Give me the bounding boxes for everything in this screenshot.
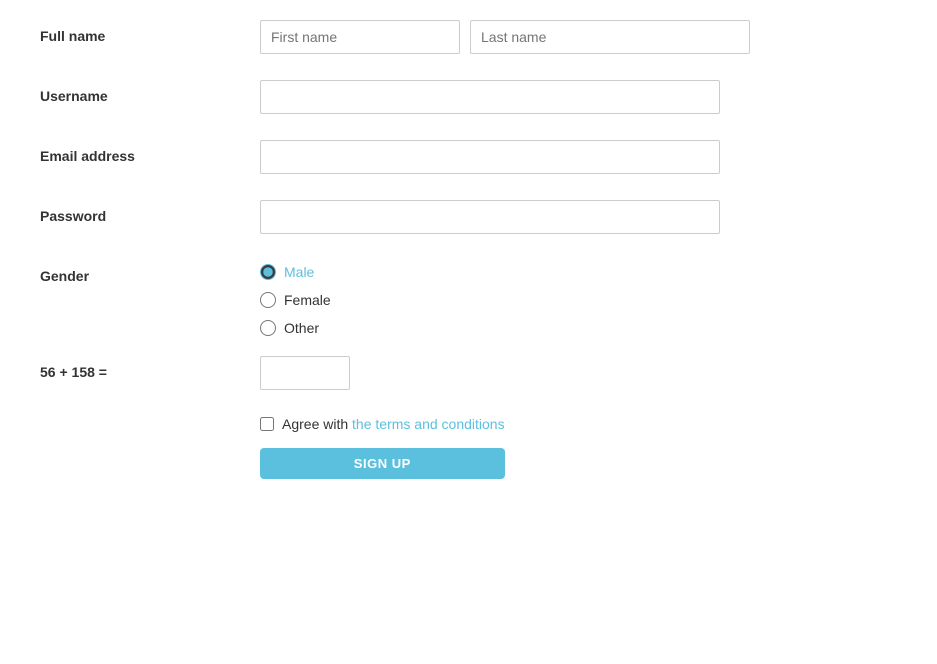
gender-male-radio[interactable] — [260, 264, 276, 280]
registration-form: Full name Username Email address Passwor… — [0, 0, 937, 519]
email-controls — [260, 140, 897, 174]
gender-row: Gender Male Female Other — [40, 260, 897, 336]
password-input[interactable] — [260, 200, 720, 234]
terms-controls: Agree with the terms and conditions SIGN… — [260, 416, 505, 479]
terms-checkbox-row: Agree with the terms and conditions — [260, 416, 505, 432]
gender-label: Gender — [40, 260, 260, 284]
captcha-label: 56 + 158 = — [40, 356, 260, 380]
full-name-label: Full name — [40, 20, 260, 44]
terms-spacer — [40, 416, 260, 424]
terms-text: Agree with the terms and conditions — [282, 416, 505, 432]
terms-checkbox[interactable] — [260, 417, 274, 431]
gender-female-option[interactable]: Female — [260, 292, 331, 308]
username-input[interactable] — [260, 80, 720, 114]
captcha-input[interactable] — [260, 356, 350, 390]
gender-female-label: Female — [284, 292, 331, 308]
gender-other-radio[interactable] — [260, 320, 276, 336]
full-name-row: Full name — [40, 20, 897, 60]
gender-other-option[interactable]: Other — [260, 320, 331, 336]
password-row: Password — [40, 200, 897, 240]
password-controls — [260, 200, 897, 234]
username-controls — [260, 80, 897, 114]
terms-link[interactable]: the terms and conditions — [352, 416, 505, 432]
email-input[interactable] — [260, 140, 720, 174]
last-name-input[interactable] — [470, 20, 750, 54]
password-label: Password — [40, 200, 260, 224]
email-row: Email address — [40, 140, 897, 180]
gender-male-option[interactable]: Male — [260, 264, 331, 280]
gender-male-label: Male — [284, 264, 314, 280]
gender-controls: Male Female Other — [260, 260, 897, 336]
terms-row: Agree with the terms and conditions SIGN… — [40, 416, 897, 479]
email-label: Email address — [40, 140, 260, 164]
first-name-input[interactable] — [260, 20, 460, 54]
full-name-controls — [260, 20, 897, 54]
username-label: Username — [40, 80, 260, 104]
captcha-controls — [260, 356, 897, 390]
gender-female-radio[interactable] — [260, 292, 276, 308]
signup-button[interactable]: SIGN UP — [260, 448, 505, 479]
captcha-row: 56 + 158 = — [40, 356, 897, 396]
gender-other-label: Other — [284, 320, 319, 336]
username-row: Username — [40, 80, 897, 120]
gender-group: Male Female Other — [260, 260, 331, 336]
